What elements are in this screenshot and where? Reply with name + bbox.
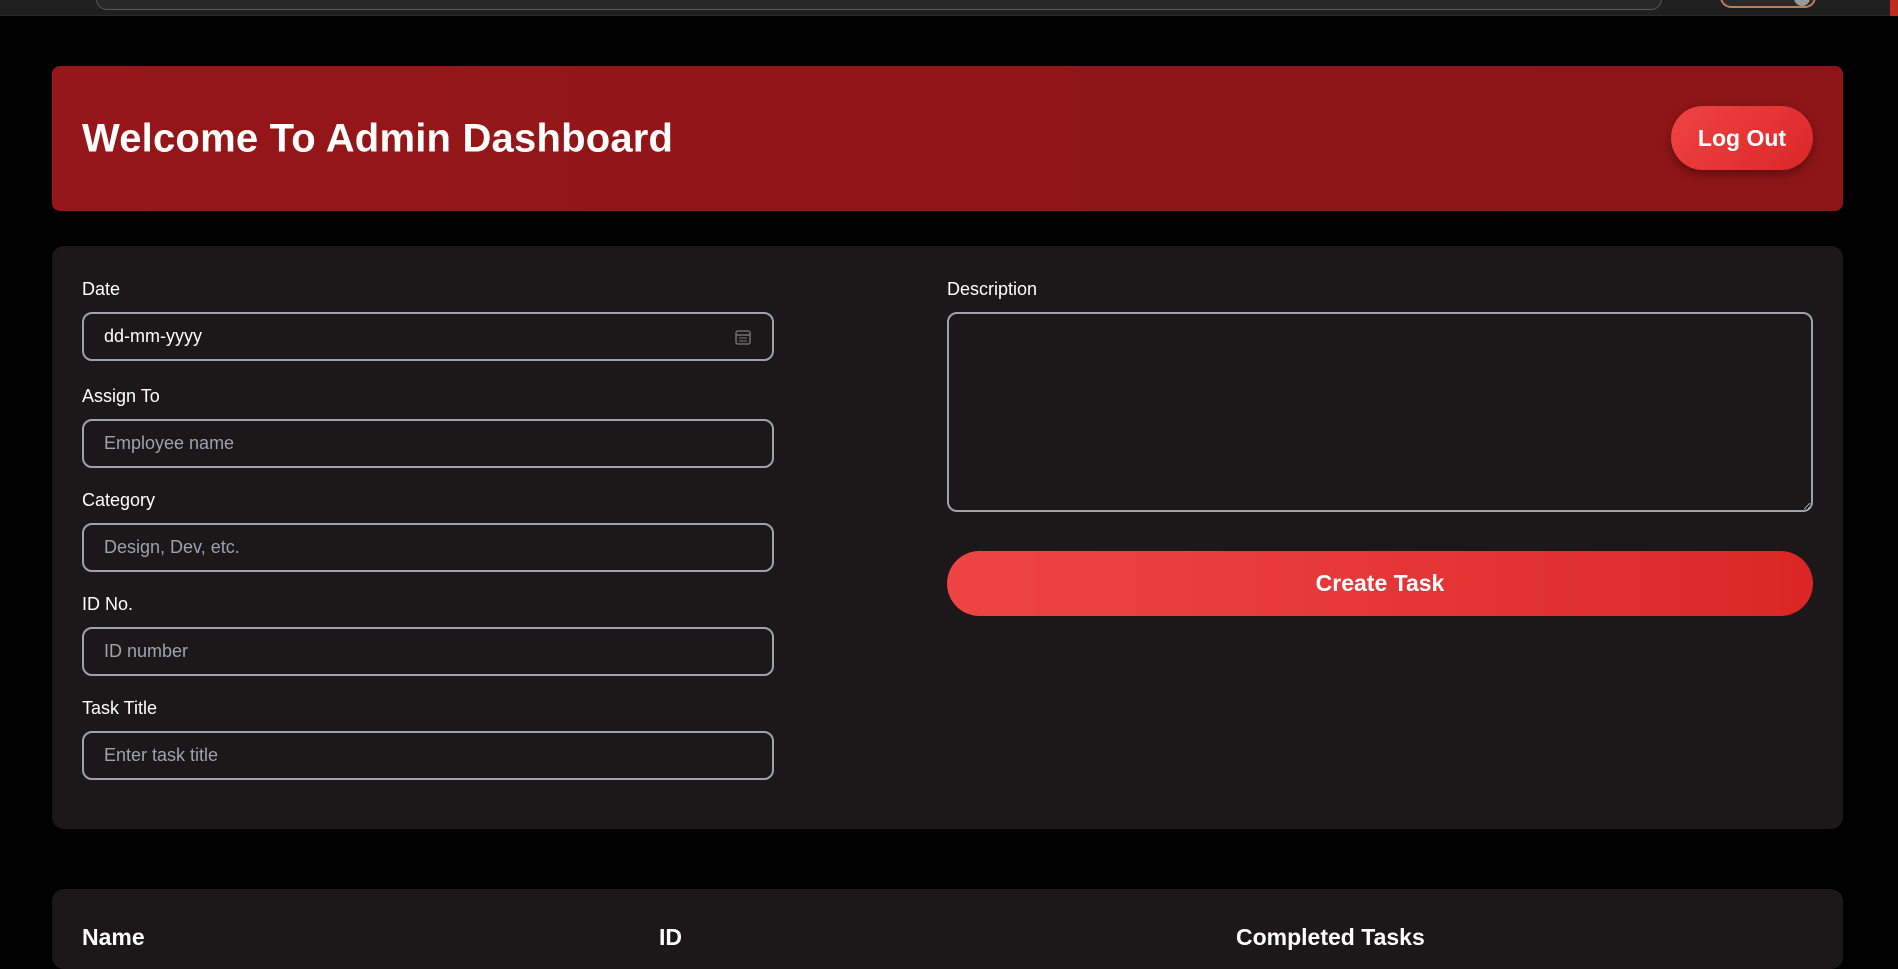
table-header-id: ID (659, 924, 682, 950)
date-label: Date (82, 279, 121, 299)
page-title: Welcome To Admin Dashboard (82, 116, 674, 160)
table-header-name: Name (82, 924, 145, 950)
address-bar[interactable] (96, 0, 1662, 10)
table-header-completed-tasks: Completed Tasks (1236, 924, 1425, 950)
calendar-icon[interactable] (734, 328, 752, 346)
description-label: Description (947, 279, 1038, 299)
task-title-field: Task Title (82, 695, 774, 780)
date-input[interactable]: dd-mm-yyyy (82, 312, 774, 361)
id-number-input[interactable] (82, 627, 774, 676)
assign-to-input[interactable] (82, 419, 774, 468)
dashboard-header: Welcome To Admin Dashboard Log Out (52, 66, 1843, 211)
category-input[interactable] (82, 523, 774, 572)
assign-to-label: Assign To (82, 386, 160, 406)
form-right-column: Description Create Task (947, 276, 1813, 616)
id-number-field: ID No. (82, 591, 774, 676)
task-title-label: Task Title (82, 698, 158, 718)
description-textarea[interactable] (947, 312, 1813, 512)
task-title-input[interactable] (82, 731, 774, 780)
create-task-form: Date dd-mm-yyyy Assign To Employee name … (52, 246, 1843, 829)
avatar (1794, 0, 1810, 6)
id-number-label: ID No. (82, 594, 134, 614)
assign-to-field: Assign To (82, 383, 774, 468)
category-field: Category (82, 487, 774, 572)
page: Welcome To Admin Dashboard Log Out Date … (1, 16, 1898, 969)
browser-indicator (1890, 0, 1898, 16)
logout-button[interactable]: Log Out (1671, 106, 1813, 170)
employee-task-table: Name ID Completed Tasks (52, 889, 1843, 969)
category-label: Category (82, 490, 156, 510)
date-value: dd-mm-yyyy (104, 326, 202, 346)
browser-toolbar (0, 0, 1898, 16)
browser-profile-button[interactable] (1720, 0, 1816, 8)
create-task-button[interactable]: Create Task (947, 551, 1813, 616)
date-field: Date dd-mm-yyyy (82, 276, 774, 361)
